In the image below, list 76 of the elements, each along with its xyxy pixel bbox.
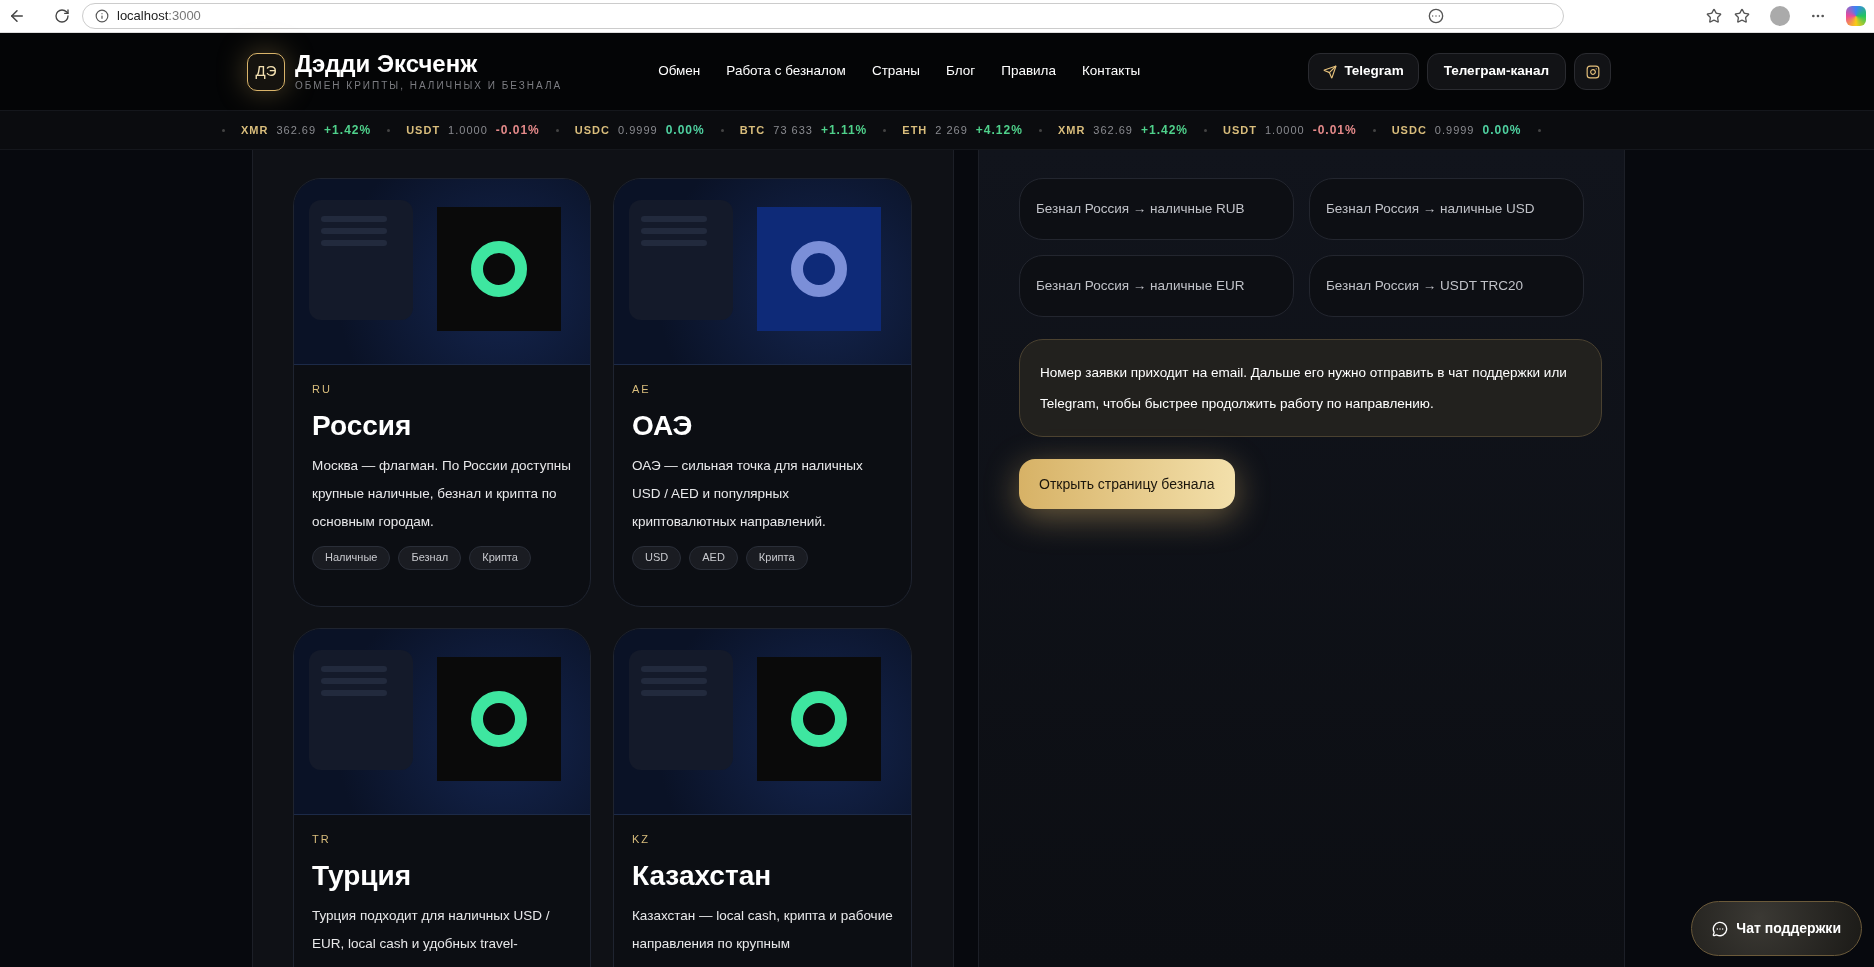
paper-plane-icon	[1322, 64, 1337, 79]
tag-chip: USD	[632, 545, 682, 570]
tag-chip: Крипта	[469, 545, 531, 570]
ticker-price: 1.0000	[1265, 122, 1305, 138]
ticker-change: +1.42%	[1141, 122, 1189, 139]
country-card[interactable]: KZ Казахстан Казахстан — local cash, крипта и рабочие направления по крупным	[613, 628, 912, 967]
country-card[interactable]: RU Россия Москва — флагман. По России доступны крупные наличные, безнал и крипта по основным городам. Наличные Безнал Крипта	[293, 178, 591, 607]
nav-link[interactable]: Страны	[871, 61, 920, 82]
nav-link[interactable]: Контакты	[1082, 61, 1141, 82]
country-description: Турция подходит для наличных USD / EUR, local cash и удобных travel-	[312, 906, 551, 953]
brand-tagline: ОБМЕН КРИПТЫ, НАЛИЧНЫХ И БЕЗНАЛА	[295, 79, 563, 93]
ticker-change: -0.01%	[1312, 122, 1357, 139]
country-name: ОАЭ	[632, 408, 694, 443]
brand-name[interactable]: Дэдди Эксченж	[295, 50, 563, 78]
telegram-button[interactable]: Telegram	[1307, 53, 1419, 90]
support-chat-button[interactable]: Чат поддержки	[1691, 901, 1862, 956]
country-name: Турция	[312, 858, 413, 893]
site-info-icon[interactable]	[95, 9, 109, 23]
direction-link[interactable]: Безнал Россия → наличные RUB	[1019, 178, 1294, 240]
ticker-symbol: XMR	[1057, 122, 1086, 138]
country-description: Москва — флагман. По России доступны крупные наличные, безнал и крипта по основным городам.	[312, 456, 572, 531]
ticker-change: 0.00%	[1482, 122, 1522, 139]
info-note: Номер заявки приходит на email. Дальше его нужно отправить в чат поддержки или Telegram, чтобы быстрее продолжить работу по направлению.	[1019, 339, 1602, 437]
copilot-icon[interactable]	[1846, 6, 1866, 26]
favorites-icon[interactable]	[1734, 8, 1750, 24]
country-card[interactable]: AE ОАЭ ОАЭ — сильная точка для наличных USD / AED и популярных криптовалютных направлений. USD AED Крипта	[613, 178, 912, 607]
ticker-price: 362.69	[276, 122, 317, 138]
direction-link[interactable]: Безнал Россия → наличные USD	[1309, 178, 1584, 240]
instagram-button[interactable]	[1574, 53, 1611, 90]
direction-link[interactable]: Безнал Россия → наличные EUR	[1019, 255, 1294, 317]
ticker-price: 73 633	[773, 122, 813, 138]
country-code: RU	[312, 382, 333, 397]
logo-mark[interactable]: ДЭ	[247, 52, 285, 91]
more-icon[interactable]	[1428, 8, 1444, 24]
ticker-change: +1.42%	[324, 122, 372, 139]
channel-button[interactable]: Телеграм-канал	[1426, 53, 1566, 90]
ticker-price: 0.9999	[617, 122, 658, 138]
ticker-price: 0.9999	[1434, 122, 1475, 138]
ticker-price: 1.0000	[448, 122, 488, 138]
country-card[interactable]: TR Турция Турция подходит для наличных USD / EUR, local cash и удобных travel-	[293, 628, 591, 967]
chat-bubble-icon	[1712, 920, 1729, 937]
ticker-symbol: ETH	[902, 122, 928, 138]
ticker-symbol: BTC	[739, 122, 766, 138]
ticker-symbol: USDT	[406, 122, 441, 138]
nav-link[interactable]: Блог	[946, 61, 976, 82]
direction-link[interactable]: Безнал Россия → USDT TRC20	[1309, 255, 1584, 317]
tag-chip: Безнал	[398, 545, 462, 570]
ticker-symbol: USDC	[1391, 122, 1427, 138]
country-description: ОАЭ — сильная точка для наличных USD / AED и популярных криптовалютных направлений.	[632, 456, 864, 531]
open-cashless-button[interactable]: Открыть страницу безнала	[1019, 459, 1235, 509]
ticker-price: 2 269	[935, 122, 968, 138]
country-code: AE	[632, 382, 652, 397]
nav-link[interactable]: Правила	[1001, 61, 1056, 82]
nav-link[interactable]: Работа с безналом	[726, 61, 846, 82]
instagram-icon	[1585, 64, 1600, 79]
ticker-price: 362.69	[1093, 122, 1133, 138]
country-name: Россия	[312, 408, 413, 443]
ticker-symbol: USDC	[574, 122, 610, 138]
tag-chip: Крипта	[745, 545, 808, 570]
ticker-change: +1.11%	[820, 122, 868, 139]
country-name: Казахстан	[632, 858, 773, 893]
ticker-change: 0.00%	[665, 122, 705, 139]
back-icon[interactable]	[8, 7, 26, 25]
nav-link[interactable]: Обмен	[658, 61, 701, 82]
url-text: localhost:3000	[117, 7, 201, 26]
ticker-change: +4.12%	[975, 122, 1023, 139]
ticker-change: -0.01%	[495, 122, 540, 139]
reload-icon[interactable]	[54, 8, 70, 24]
ticker-symbol: USDT	[1223, 122, 1257, 138]
country-code: KZ	[632, 832, 652, 847]
tag-chip: Наличные	[312, 545, 391, 570]
ticker-symbol: XMR	[241, 122, 269, 138]
favorite-icon[interactable]	[1706, 8, 1722, 24]
tag-chip: AED	[689, 545, 738, 570]
country-description: Казахстан — local cash, крипта и рабочие направления по крупным	[632, 906, 893, 953]
country-code: TR	[312, 832, 332, 847]
